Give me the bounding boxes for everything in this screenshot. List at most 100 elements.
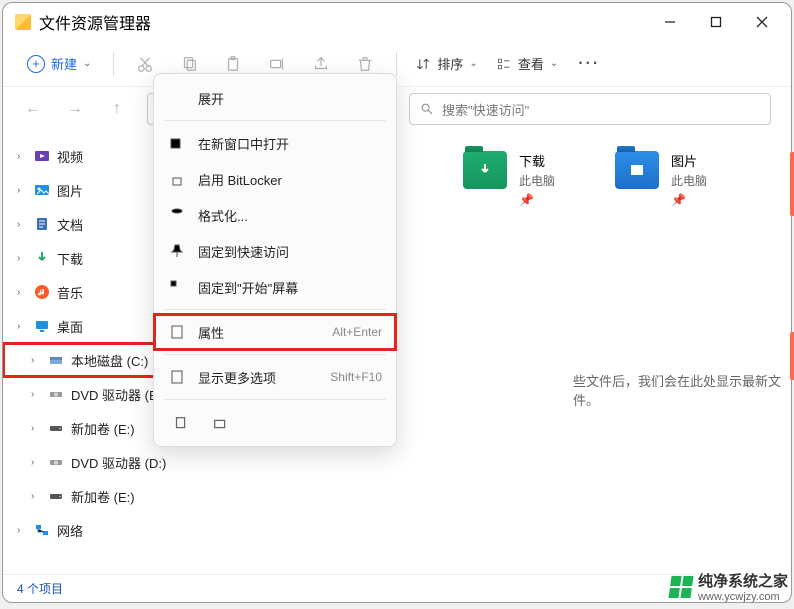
back-button[interactable]: ← bbox=[15, 93, 51, 125]
sidebar-item[interactable]: › 新加卷 (E:) bbox=[3, 411, 173, 445]
folder-icon bbox=[463, 151, 507, 189]
chevron-right-icon: › bbox=[31, 457, 41, 468]
sidebar-item-label: DVD 驱动器 (D:) bbox=[71, 453, 166, 472]
maximize-button[interactable] bbox=[693, 6, 739, 38]
sidebar-item-label: 桌面 bbox=[57, 317, 83, 336]
cm-icon bbox=[168, 324, 186, 340]
folder-card[interactable]: 下载此电脑📌 bbox=[463, 151, 555, 207]
sidebar-item-label: 图片 bbox=[57, 181, 83, 200]
sidebar-item[interactable]: › 桌面 bbox=[3, 309, 173, 343]
separator bbox=[113, 52, 114, 76]
decorative-edge bbox=[790, 332, 794, 380]
window-title: 文件资源管理器 bbox=[39, 10, 151, 34]
cm-icon bbox=[168, 171, 186, 187]
cm-item[interactable]: 启用 BitLocker bbox=[154, 161, 396, 197]
item-icon bbox=[33, 181, 51, 199]
sidebar-item-label: 音乐 bbox=[57, 283, 83, 302]
sort-icon bbox=[415, 56, 431, 72]
sidebar-item-label: DVD 驱动器 (E:) bbox=[71, 385, 166, 404]
chevron-right-icon: › bbox=[17, 219, 27, 230]
sidebar-item[interactable]: › 文档 bbox=[3, 207, 173, 241]
minimize-button[interactable] bbox=[647, 6, 693, 38]
status-text: 4 个项目 bbox=[17, 580, 63, 597]
empty-hint: 些文件后，我们会在此处显示最新文件。 bbox=[573, 371, 791, 409]
search-box[interactable]: 搜索"快速访问" bbox=[409, 93, 771, 125]
chevron-right-icon: › bbox=[17, 287, 27, 298]
folder-card[interactable]: 图片此电脑📌 bbox=[615, 151, 707, 207]
cm-icon bbox=[168, 243, 186, 259]
chevron-down-icon: ⌄ bbox=[550, 58, 558, 69]
chevron-right-icon: › bbox=[17, 185, 27, 196]
item-icon bbox=[33, 521, 51, 539]
item-icon bbox=[33, 215, 51, 233]
forward-button[interactable]: → bbox=[57, 93, 93, 125]
sidebar-item[interactable]: › 视频 bbox=[3, 139, 173, 173]
chevron-right-icon: › bbox=[17, 321, 27, 332]
item-icon bbox=[33, 317, 51, 335]
sort-button[interactable]: 排序 ⌄ bbox=[409, 54, 483, 73]
sidebar: › 视频 › 图片 › 文档 › 下载 › 音乐 › 桌面 › 本地磁盘 (C:) › DVD 驱动器 (E:… bbox=[3, 131, 173, 574]
chevron-right-icon: › bbox=[31, 355, 41, 366]
context-menu: 展开在新窗口中打开启用 BitLocker格式化...固定到快速访问固定到"开始… bbox=[153, 73, 397, 447]
pin-icon: 📌 bbox=[671, 193, 707, 207]
item-icon bbox=[33, 147, 51, 165]
cm-icon bbox=[168, 279, 186, 295]
decorative-edge bbox=[790, 152, 794, 216]
new-button[interactable]: + 新建 ⌄ bbox=[17, 50, 101, 77]
more-button[interactable]: ··· bbox=[570, 48, 608, 80]
cm-icon bbox=[168, 369, 186, 385]
cm-icon bbox=[168, 135, 186, 151]
sidebar-item-label: 新加卷 (E:) bbox=[71, 487, 135, 506]
sidebar-item-label: 网络 bbox=[57, 521, 83, 540]
item-icon bbox=[33, 283, 51, 301]
copy-icon[interactable] bbox=[166, 410, 196, 438]
sidebar-item[interactable]: › 本地磁盘 (C:) bbox=[3, 343, 173, 377]
sidebar-item-label: 文档 bbox=[57, 215, 83, 234]
sidebar-item[interactable]: › 图片 bbox=[3, 173, 173, 207]
separator bbox=[396, 52, 397, 76]
chevron-right-icon: › bbox=[17, 151, 27, 162]
chevron-right-icon: › bbox=[31, 491, 41, 502]
chevron-right-icon: › bbox=[31, 389, 41, 400]
plus-icon: + bbox=[27, 55, 45, 73]
sidebar-item-label: 本地磁盘 (C:) bbox=[71, 351, 148, 370]
cm-item[interactable]: 显示更多选项Shift+F10 bbox=[154, 359, 396, 395]
chevron-right-icon: › bbox=[17, 253, 27, 264]
sidebar-item[interactable]: › 音乐 bbox=[3, 275, 173, 309]
sidebar-item[interactable]: › 下载 bbox=[3, 241, 173, 275]
cm-item[interactable]: 固定到快速访问 bbox=[154, 233, 396, 269]
app-icon bbox=[15, 14, 31, 30]
close-button[interactable] bbox=[739, 6, 785, 38]
watermark-logo bbox=[668, 576, 693, 598]
item-icon bbox=[33, 249, 51, 267]
chevron-down-icon: ⌄ bbox=[469, 58, 477, 69]
sidebar-item[interactable]: › 网络 bbox=[3, 513, 173, 547]
rename-icon[interactable] bbox=[206, 410, 236, 438]
cm-item[interactable]: 格式化... bbox=[154, 197, 396, 233]
chevron-right-icon: › bbox=[17, 525, 27, 536]
pin-icon: 📌 bbox=[519, 193, 555, 207]
cm-item[interactable]: 属性Alt+Enter bbox=[154, 314, 396, 350]
folder-icon bbox=[615, 151, 659, 189]
item-icon bbox=[47, 419, 65, 437]
chevron-right-icon: › bbox=[31, 423, 41, 434]
item-icon bbox=[47, 385, 65, 403]
sidebar-item[interactable]: › DVD 驱动器 (E:) bbox=[3, 377, 173, 411]
up-button[interactable]: ↑ bbox=[99, 93, 135, 125]
sidebar-item-label: 新加卷 (E:) bbox=[71, 419, 135, 438]
cm-icon bbox=[168, 207, 186, 223]
chevron-down-icon: ⌄ bbox=[83, 58, 91, 69]
cm-item[interactable]: 在新窗口中打开 bbox=[154, 125, 396, 161]
sidebar-item-label: 下载 bbox=[57, 249, 83, 268]
cm-item[interactable]: 固定到"开始"屏幕 bbox=[154, 269, 396, 305]
item-icon bbox=[47, 487, 65, 505]
view-button[interactable]: 查看 ⌄ bbox=[490, 54, 564, 73]
sidebar-item-label: 视频 bbox=[57, 147, 83, 166]
watermark: 纯净系统之家 www.ycwjzy.com bbox=[670, 570, 788, 603]
search-icon bbox=[420, 102, 434, 116]
sidebar-item[interactable]: › DVD 驱动器 (D:) bbox=[3, 445, 173, 479]
item-icon bbox=[47, 453, 65, 471]
item-icon bbox=[47, 351, 65, 369]
sidebar-item[interactable]: › 新加卷 (E:) bbox=[3, 479, 173, 513]
cm-expand[interactable]: 展开 bbox=[154, 80, 396, 116]
